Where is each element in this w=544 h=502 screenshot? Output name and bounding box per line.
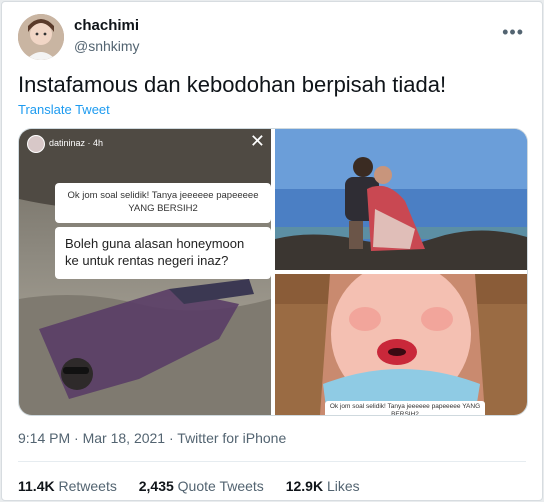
- story-username: datininaz · 4h: [49, 138, 104, 148]
- story-avatar: [27, 135, 45, 153]
- retweets-stat[interactable]: 11.4K Retweets: [18, 478, 121, 494]
- tweet-stats: 11.4K Retweets 2,435 Quote Tweets 12.9K …: [18, 478, 378, 494]
- quote-tweets-stat[interactable]: 2,435 Quote Tweets: [139, 478, 268, 494]
- more-horizontal-icon[interactable]: •••: [502, 22, 524, 43]
- close-icon: ✕: [249, 131, 265, 151]
- likes-stat[interactable]: 12.9K Likes: [286, 478, 360, 494]
- quote-tweets-label: Quote Tweets: [177, 478, 264, 494]
- meta-separator: ·: [168, 430, 174, 446]
- translate-tweet-link[interactable]: Translate Tweet: [18, 102, 110, 117]
- user-handle[interactable]: @snhkimy: [74, 38, 140, 54]
- tweet-time[interactable]: 9:14 PM: [18, 430, 70, 446]
- avatar[interactable]: [18, 14, 64, 60]
- retweets-count: 11.4K: [18, 478, 55, 494]
- story-question-prompt: Ok jom soal selidik! Tanya jeeeeee papee…: [55, 183, 271, 223]
- likes-label: Likes: [326, 478, 360, 494]
- tweet-date[interactable]: Mar 18, 2021: [83, 430, 166, 446]
- tweet-card: chachimi @snhkimy ••• Instafamous dan ke…: [1, 1, 543, 501]
- user-name[interactable]: chachimi: [74, 17, 139, 34]
- media-image-top-right[interactable]: [275, 129, 527, 270]
- tweet-text: Instafamous dan kebodohan berpisah tiada…: [18, 72, 447, 97]
- meta-separator: ·: [74, 430, 79, 446]
- media-image-bottom-right[interactable]: Ok jom soal selidik! Tanya jeeeeee papee…: [275, 274, 527, 415]
- quote-tweets-count: 2,435: [138, 478, 174, 494]
- tweet-source[interactable]: Twitter for iPhone: [177, 430, 286, 446]
- tweet-meta: 9:14 PM · Mar 18, 2021 · Twitter for iPh…: [18, 430, 286, 446]
- divider: [18, 461, 526, 462]
- media-image-left[interactable]: datininaz · 4h ✕ Ok jom soal selidik! Ta…: [19, 129, 271, 415]
- media-grid: datininaz · 4h ✕ Ok jom soal selidik! Ta…: [18, 128, 528, 416]
- retweets-label: Retweets: [58, 478, 117, 494]
- story-question-text: Boleh guna alasan honeymoon ke untuk ren…: [55, 227, 271, 279]
- story-caption: Ok jom soal selidik! Tanya jeeeeee papee…: [325, 401, 485, 415]
- likes-count: 12.9K: [285, 478, 324, 494]
